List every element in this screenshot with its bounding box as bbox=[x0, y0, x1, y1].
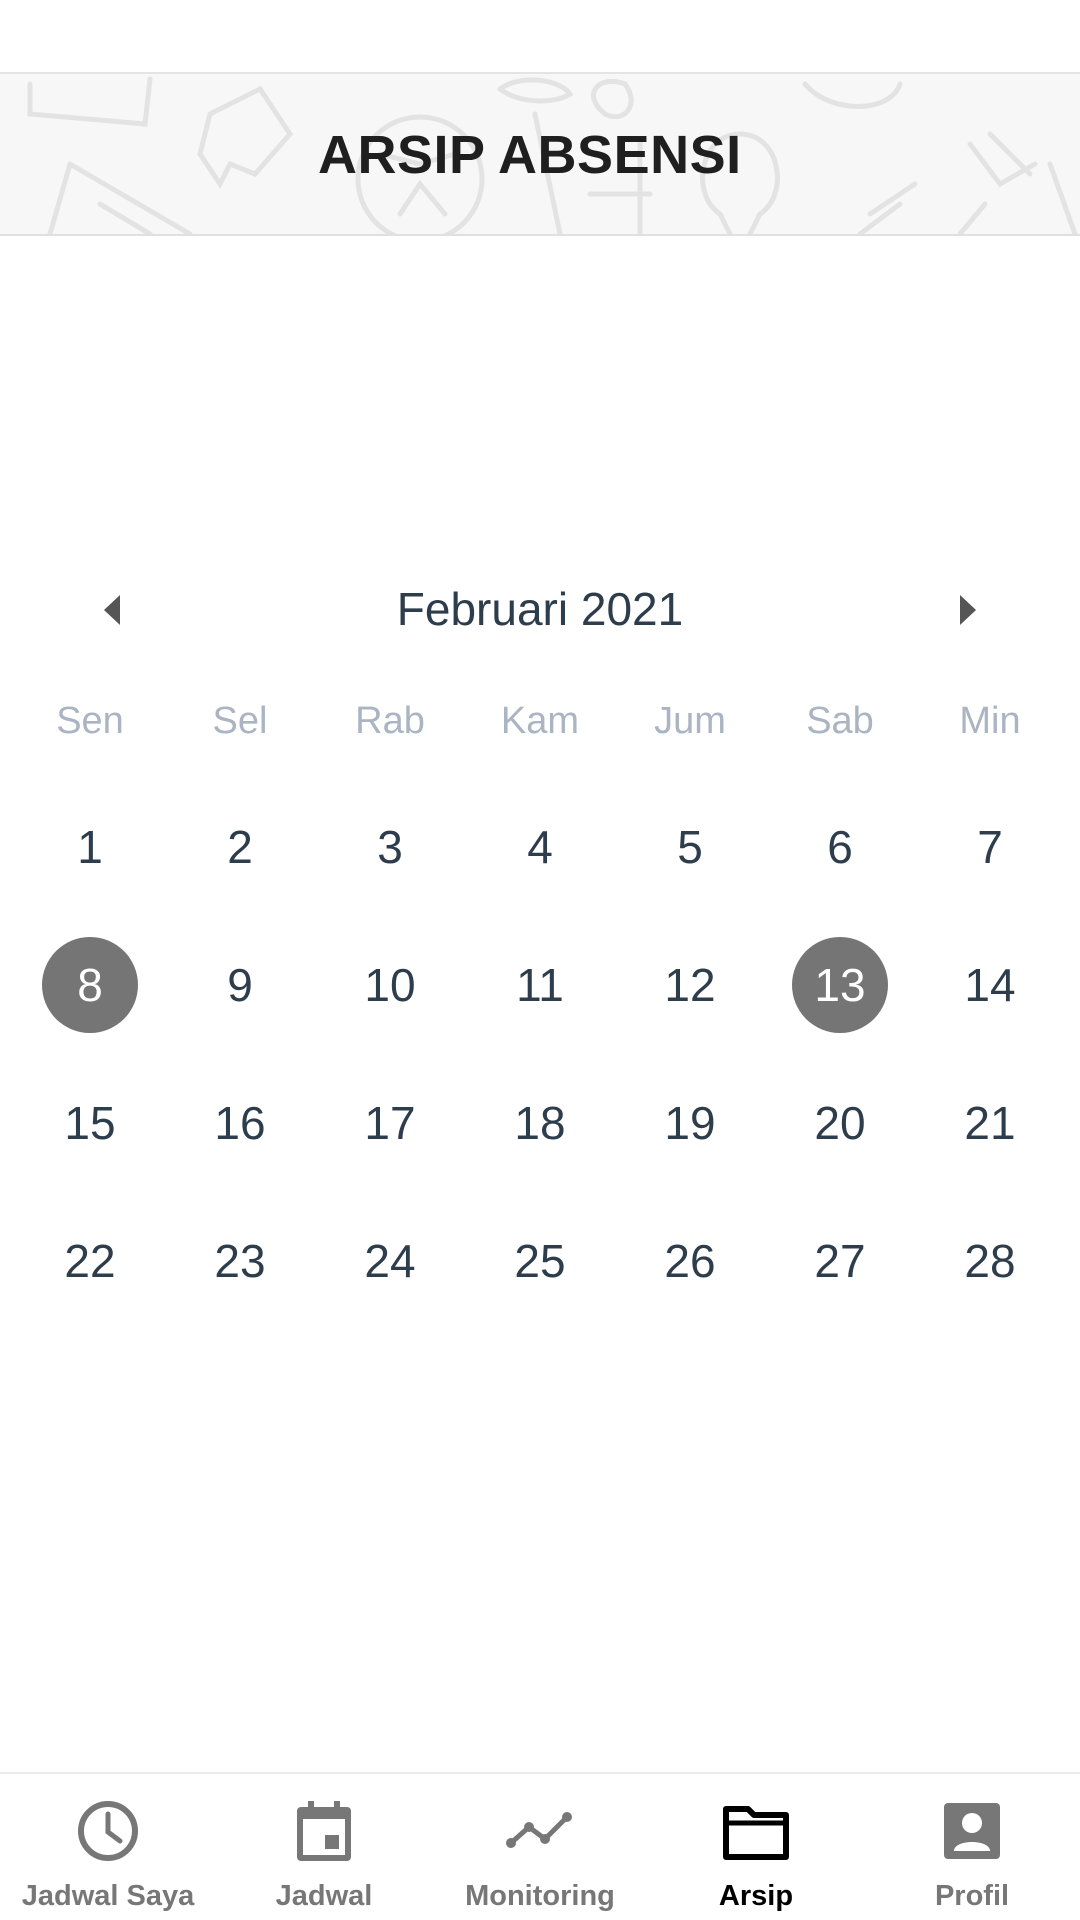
calendar-day[interactable]: 20 bbox=[765, 1054, 915, 1192]
day-number: 25 bbox=[514, 1235, 566, 1287]
page-title: ARSIP ABSENSI bbox=[318, 125, 742, 185]
calendar-day[interactable]: 27 bbox=[765, 1192, 915, 1330]
weekday-label: Min bbox=[959, 700, 1021, 742]
weekday-label: Sel bbox=[212, 700, 268, 742]
day-number: 24 bbox=[364, 1235, 416, 1287]
nav-label: Jadwal bbox=[275, 1880, 373, 1912]
day-number: 19 bbox=[664, 1097, 716, 1149]
calendar-day[interactable]: 28 bbox=[915, 1192, 1065, 1330]
nav-label: Arsip bbox=[718, 1880, 794, 1912]
calendar-navigation: Februari 2021 bbox=[0, 560, 1080, 650]
day-number: 22 bbox=[64, 1235, 116, 1287]
calendar-day[interactable]: 12 bbox=[615, 916, 765, 1054]
day-number: 7 bbox=[977, 821, 1003, 873]
clock-icon bbox=[73, 1796, 143, 1866]
nav-label: Profil bbox=[934, 1880, 1010, 1912]
calendar-week: 22 23 24 25 26 27 28 bbox=[15, 1192, 1065, 1330]
calendar-day[interactable]: 7 bbox=[915, 778, 1065, 916]
weekday-label: Sab bbox=[806, 700, 874, 742]
calendar-day[interactable]: 2 bbox=[165, 778, 315, 916]
day-number: 13 bbox=[814, 959, 866, 1011]
day-number: 11 bbox=[516, 959, 564, 1011]
calendar-week: 1 2 3 4 5 6 7 bbox=[15, 778, 1065, 916]
day-number: 3 bbox=[377, 821, 403, 873]
day-number: 16 bbox=[214, 1097, 266, 1149]
calendar-day[interactable]: 18 bbox=[465, 1054, 615, 1192]
day-number: 18 bbox=[514, 1097, 566, 1149]
day-number: 15 bbox=[64, 1097, 116, 1149]
weekday-header: Sen Sel Rab Kam Jum Sab Min bbox=[15, 700, 1065, 743]
day-number: 9 bbox=[227, 959, 253, 1011]
weekday-label: Rab bbox=[355, 700, 425, 742]
day-number: 26 bbox=[664, 1235, 716, 1287]
calendar-day[interactable]: 9 bbox=[165, 916, 315, 1054]
calendar-day[interactable]: 5 bbox=[615, 778, 765, 916]
day-number: 12 bbox=[664, 959, 716, 1011]
weekday-label: Jum bbox=[654, 700, 726, 742]
day-number: 14 bbox=[964, 959, 1016, 1011]
day-number: 21 bbox=[964, 1097, 1016, 1149]
calendar-day[interactable]: 26 bbox=[615, 1192, 765, 1330]
calendar-day-marked[interactable]: 13 bbox=[765, 916, 915, 1054]
month-title: Februari 2021 bbox=[396, 583, 684, 635]
nav-item-profil[interactable]: Profil bbox=[864, 1774, 1080, 1920]
day-number: 28 bbox=[964, 1235, 1016, 1287]
calendar-day[interactable]: 22 bbox=[15, 1192, 165, 1330]
day-number: 1 bbox=[77, 821, 103, 873]
day-number: 17 bbox=[364, 1097, 416, 1149]
nav-label: Monitoring bbox=[465, 1880, 615, 1912]
profile-icon bbox=[937, 1796, 1007, 1866]
chart-line-icon bbox=[505, 1796, 575, 1866]
day-number: 10 bbox=[364, 959, 416, 1011]
day-number: 8 bbox=[77, 959, 103, 1011]
calendar-day[interactable]: 14 bbox=[915, 916, 1065, 1054]
calendar-grid: 1 2 3 4 5 6 7 8 9 10 11 12 13 14 15 16 1… bbox=[15, 778, 1065, 1330]
calendar-day[interactable]: 11 bbox=[465, 916, 615, 1054]
nav-item-jadwal[interactable]: Jadwal bbox=[216, 1774, 432, 1920]
calendar-day[interactable]: 19 bbox=[615, 1054, 765, 1192]
weekday-label: Kam bbox=[500, 700, 580, 742]
nav-item-arsip[interactable]: Arsip bbox=[648, 1774, 864, 1920]
bottom-navigation-bar: Jadwal Saya Jadwal Monitoring Arsip Prof… bbox=[0, 1772, 1080, 1920]
day-number: 4 bbox=[527, 821, 553, 873]
day-number: 27 bbox=[814, 1235, 866, 1287]
calendar-icon bbox=[289, 1796, 359, 1866]
calendar-day[interactable]: 25 bbox=[465, 1192, 615, 1330]
day-number: 6 bbox=[827, 821, 853, 873]
day-number: 2 bbox=[227, 821, 253, 873]
calendar-day-marked[interactable]: 8 bbox=[15, 916, 165, 1054]
calendar-day[interactable]: 23 bbox=[165, 1192, 315, 1330]
calendar-day[interactable]: 10 bbox=[315, 916, 465, 1054]
day-number: 20 bbox=[814, 1097, 866, 1149]
calendar-day[interactable]: 16 bbox=[165, 1054, 315, 1192]
calendar-week: 8 9 10 11 12 13 14 bbox=[15, 916, 1065, 1054]
calendar-week: 15 16 17 18 19 20 21 bbox=[15, 1054, 1065, 1192]
calendar-day[interactable]: 24 bbox=[315, 1192, 465, 1330]
nav-item-monitoring[interactable]: Monitoring bbox=[432, 1774, 648, 1920]
day-number: 23 bbox=[214, 1235, 266, 1287]
folder-icon bbox=[721, 1796, 791, 1866]
nav-item-jadwal-saya[interactable]: Jadwal Saya bbox=[0, 1774, 216, 1920]
calendar-day[interactable]: 17 bbox=[315, 1054, 465, 1192]
calendar-day[interactable]: 6 bbox=[765, 778, 915, 916]
calendar-day[interactable]: 3 bbox=[315, 778, 465, 916]
calendar-day[interactable]: 21 bbox=[915, 1054, 1065, 1192]
nav-label: Jadwal Saya bbox=[21, 1880, 195, 1912]
header-banner: ARSIP ABSENSI bbox=[0, 72, 1080, 236]
calendar-day[interactable]: 15 bbox=[15, 1054, 165, 1192]
next-month-button[interactable] bbox=[938, 580, 998, 640]
day-number: 5 bbox=[677, 821, 703, 873]
calendar-day[interactable]: 4 bbox=[465, 778, 615, 916]
caret-right-icon bbox=[960, 595, 976, 625]
weekday-label: Sen bbox=[56, 700, 124, 742]
calendar-day[interactable]: 1 bbox=[15, 778, 165, 916]
